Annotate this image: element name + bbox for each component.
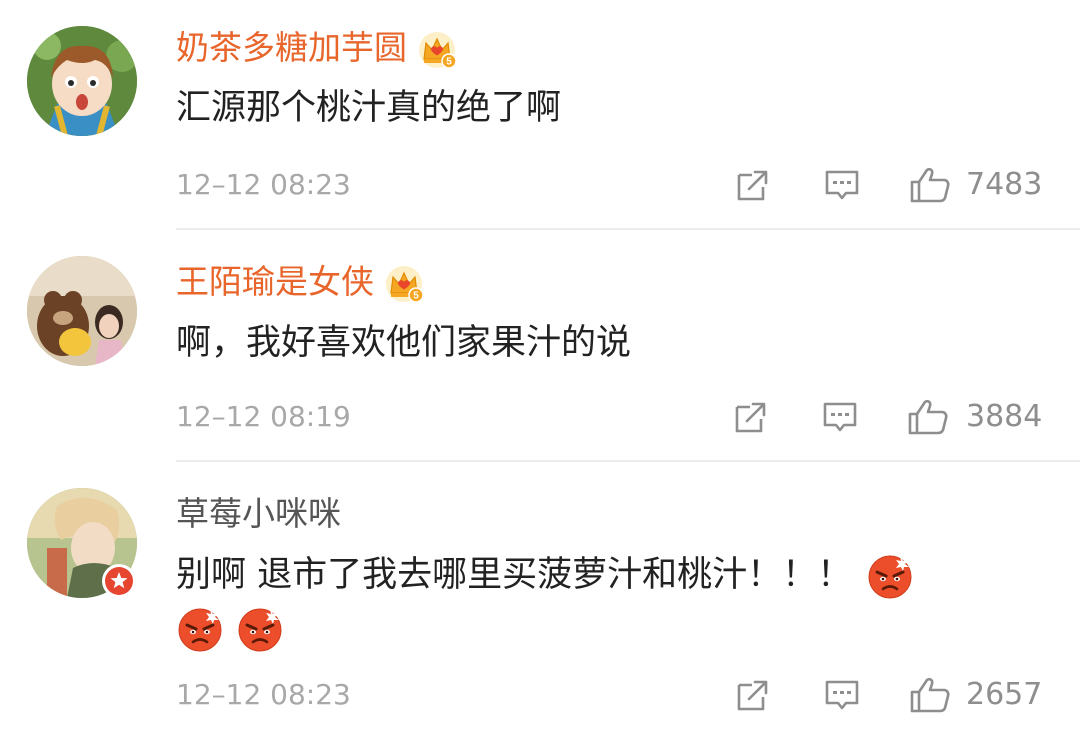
angry-face-icon — [866, 552, 914, 600]
comment-text: 别啊 退市了我去哪里买菠萝汁和桃汁！！！ — [176, 544, 914, 606]
comment-text-content: 别啊 退市了我去哪里买菠萝汁和桃汁！！！ — [176, 555, 853, 595]
comment-item: 草莓小咪咪 别啊 退市了我去哪里买菠萝汁和桃汁！！！ 12–12 08:23 2… — [0, 462, 1080, 736]
crown-level-5-icon — [417, 30, 457, 70]
username[interactable]: 草莓小咪咪 — [176, 494, 341, 534]
username-text[interactable]: 王陌瑜是女侠 — [176, 262, 374, 301]
comment-text: 汇源那个桃汁真的绝了啊 — [176, 88, 562, 128]
share-icon[interactable] — [733, 675, 773, 715]
username[interactable]: 奶茶多糖加芋圆 — [176, 28, 457, 70]
share-icon[interactable] — [733, 165, 773, 205]
thumbs-up-icon[interactable] — [908, 165, 952, 205]
thumbs-up-icon[interactable] — [906, 397, 950, 437]
like-count: 7483 — [966, 167, 1043, 202]
emoji-line — [176, 605, 296, 653]
comment-icon[interactable] — [822, 675, 862, 715]
comment-text: 啊，我好喜欢他们家果汁的说 — [176, 323, 632, 363]
crown-level-5-icon — [384, 264, 424, 304]
avatar[interactable] — [27, 256, 137, 366]
angry-face-icon — [236, 605, 284, 653]
angry-face-icon — [176, 605, 224, 653]
timestamp: 12–12 08:23 — [176, 678, 351, 711]
comment-icon[interactable] — [822, 165, 862, 205]
thumbs-up-icon[interactable] — [908, 675, 952, 715]
username[interactable]: 王陌瑜是女侠 — [176, 262, 424, 304]
verified-star-badge-icon — [102, 564, 136, 598]
like-count: 2657 — [966, 677, 1043, 712]
comment-list: 奶茶多糖加芋圆 汇源那个桃汁真的绝了啊 12–12 08:23 7483 王陌瑜… — [0, 0, 1080, 736]
username-text[interactable]: 草莓小咪咪 — [176, 494, 341, 533]
share-icon[interactable] — [731, 397, 771, 437]
username-text[interactable]: 奶茶多糖加芋圆 — [176, 28, 407, 67]
comment-icon[interactable] — [820, 397, 860, 437]
timestamp: 12–12 08:19 — [176, 400, 351, 433]
like-count: 3884 — [966, 399, 1043, 434]
comment-item: 王陌瑜是女侠 啊，我好喜欢他们家果汁的说 12–12 08:19 3884 — [0, 230, 1080, 462]
timestamp: 12–12 08:23 — [176, 168, 351, 201]
avatar[interactable] — [27, 26, 137, 136]
comment-item: 奶茶多糖加芋圆 汇源那个桃汁真的绝了啊 12–12 08:23 7483 — [0, 0, 1080, 230]
